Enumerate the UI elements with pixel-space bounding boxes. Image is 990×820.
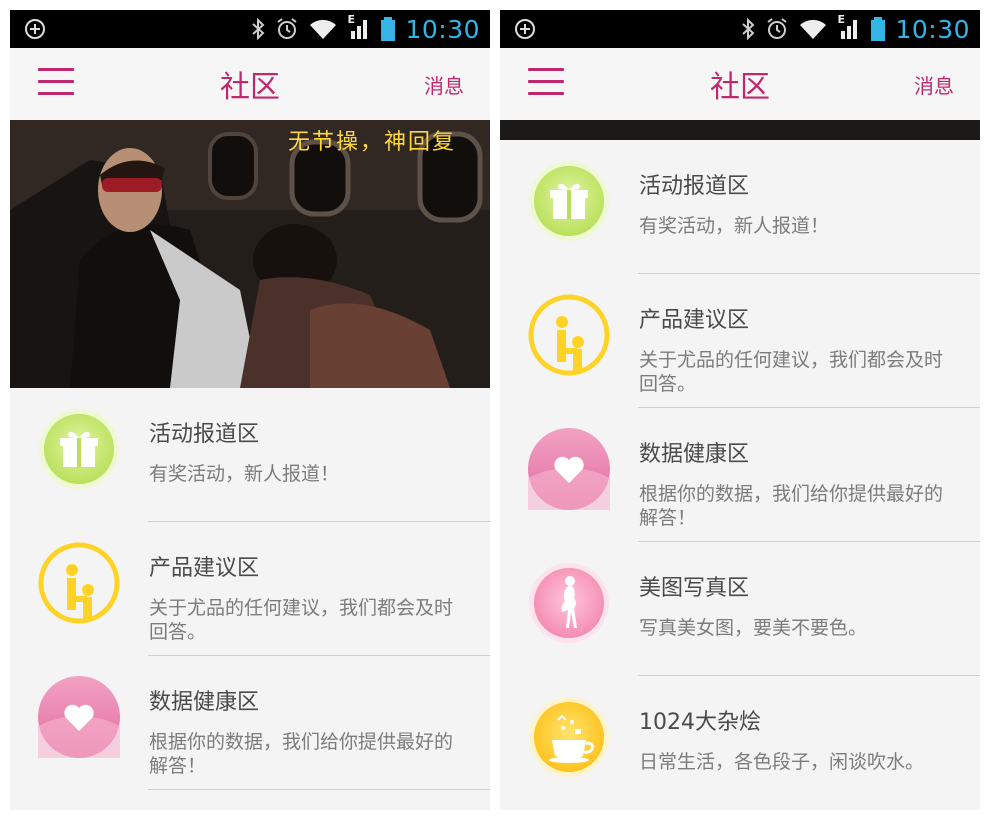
section-name: 数据健康区 [149,690,260,715]
add-circle-icon [515,19,535,39]
cell-signal-icon: E [347,13,371,41]
section-name: 美图写真区 [639,576,750,601]
banner-image-scrolled [500,120,980,140]
section-description: 关于尤品的任何建议，我们都会及时回答。 [639,349,944,395]
wifi-icon [800,19,827,39]
app-header: 社区 消息 [500,48,980,120]
person-logo-icon [38,542,120,624]
list-item-miscellany[interactable]: 1024大杂烩 日常生活，各色段子，闲谈吹水。 [500,676,980,810]
banner-image[interactable]: 无节操，神回复 [10,120,490,388]
list-item-data-health[interactable]: 数据健康区 根据你的数据，我们给你提供最好的解答！ [10,656,490,790]
battery-icon [381,17,396,41]
menu-icon-bar [38,68,74,71]
add-circle-icon [25,19,45,39]
teacup-icon [529,697,609,777]
wifi-icon [310,19,337,39]
section-name: 产品建议区 [149,556,260,581]
section-description: 日常生活，各色段子，闲谈吹水。 [639,751,925,773]
alarm-clock-icon [277,18,298,39]
heart-icon [38,676,120,758]
menu-icon-bar [528,92,564,95]
bluetooth-icon [742,17,755,41]
list-item-data-health[interactable]: 数据健康区 根据你的数据，我们给你提供最好的解答！ [500,408,980,542]
woman-silhouette-icon [529,563,609,643]
network-type-label: E [347,13,355,26]
menu-button[interactable] [528,68,564,100]
section-description: 根据你的数据，我们给你提供最好的解答！ [639,483,944,529]
menu-button[interactable] [38,68,74,100]
list-item-activity[interactable]: 活动报道区 有奖活动，新人报道！ [500,140,980,274]
gift-icon [39,409,119,489]
list-item-photo-gallery[interactable]: 美图写真区 写真美女图，要美不要色。 [500,542,980,676]
list-item-product-suggestions[interactable]: 产品建议区 关于尤品的任何建议，我们都会及时回答。 [500,274,980,408]
person-logo-icon [528,294,610,376]
status-bar: E 10:30 [10,10,490,48]
status-time: 10:30 [405,14,480,44]
cell-signal-icon: E [837,13,861,41]
alarm-clock-icon [767,18,788,39]
menu-icon-bar [528,80,564,83]
messages-button[interactable]: 消息 [424,70,464,99]
status-bar: E 10:30 [500,10,980,48]
section-name: 数据健康区 [639,442,750,467]
section-description: 根据你的数据，我们给你提供最好的解答！ [149,731,454,777]
banner-photo [10,120,490,388]
menu-icon-bar [528,68,564,71]
section-description: 有奖活动，新人报道！ [639,215,830,237]
network-type-label: E [837,13,845,26]
list-item-activity[interactable]: 活动报道区 有奖活动，新人报道！ [10,388,490,522]
menu-icon-bar [38,92,74,95]
section-name: 活动报道区 [639,174,750,199]
section-description: 有奖活动，新人报道！ [149,463,340,485]
banner-slogan: 无节操，神回复 [287,130,456,155]
heart-icon [528,428,610,510]
phone-screen-right: E 10:30 社区 消息 活动报道区 有奖活动，新人报道！ 产品建议区 关于尤… [500,10,980,810]
messages-button[interactable]: 消息 [914,70,954,99]
section-name: 产品建议区 [639,308,750,333]
divider [148,789,490,790]
app-header: 社区 消息 [10,48,490,120]
list-item-product-suggestions[interactable]: 产品建议区 关于尤品的任何建议，我们都会及时回答。 [10,522,490,656]
page-title: 社区 [220,70,280,105]
battery-icon [871,17,886,41]
status-time: 10:30 [895,14,970,44]
section-name: 活动报道区 [149,422,260,447]
section-name: 1024大杂烩 [639,710,761,735]
phone-screen-left: E 10:30 社区 消息 无节操，神回复 活动报道区 有奖活动，新人报道！ 产… [10,10,490,810]
bluetooth-icon [252,17,265,41]
section-description: 关于尤品的任何建议，我们都会及时回答。 [149,597,454,643]
menu-icon-bar [38,80,74,83]
section-description: 写真美女图，要美不要色。 [639,617,868,639]
page-title: 社区 [710,70,770,105]
gift-icon [529,161,609,241]
